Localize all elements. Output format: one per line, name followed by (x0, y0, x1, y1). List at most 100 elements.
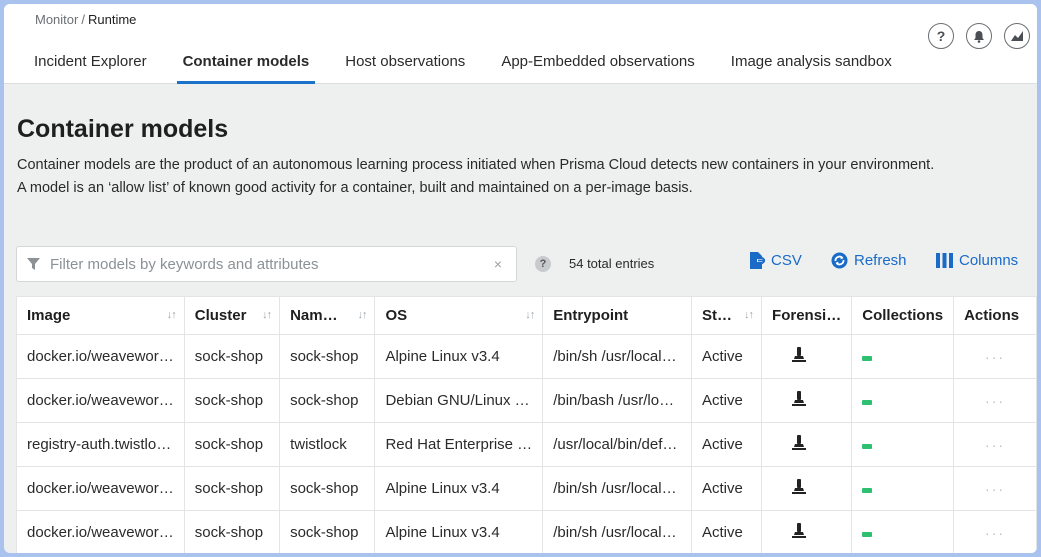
page-title: Container models (17, 115, 229, 143)
refresh-label: Refresh (854, 252, 907, 269)
filter-icon (27, 257, 40, 270)
clear-icon[interactable]: × (494, 256, 502, 272)
column-header-forensics: Forensi… (761, 296, 853, 335)
cell-state: Active (690, 422, 763, 467)
sort-icon[interactable]: ↓↑ (525, 309, 535, 321)
columns-label: Columns (959, 252, 1019, 269)
cell-os: Debian GNU/Linux … (374, 378, 544, 423)
tab-image-analysis-sandbox[interactable]: Image analysis sandbox (713, 40, 910, 84)
column-header-os[interactable]: OS ↓↑ (374, 296, 544, 335)
table-row[interactable]: docker.io/weavewor… sock-shop sock-shop … (16, 378, 1037, 423)
cell-cluster: sock-shop (183, 422, 281, 467)
collection-indicator (862, 444, 873, 449)
tab-bar: Incident Explorer Container models Host … (16, 40, 910, 84)
cell-image: docker.io/weavewor… (16, 378, 185, 423)
column-header-collections: Collections (851, 296, 955, 335)
actions-menu-icon[interactable]: ··· (964, 349, 1026, 365)
breadcrumb-separator: / (81, 12, 85, 27)
tab-container-models[interactable]: Container models (165, 40, 328, 84)
column-header-name[interactable]: Nam… ↓↑ (279, 296, 376, 335)
sort-icon[interactable]: ↓↑ (744, 309, 754, 321)
collection-indicator (862, 532, 873, 537)
cell-os: Alpine Linux v3.4 (374, 334, 544, 379)
cell-name: sock-shop (279, 334, 376, 379)
cell-image: docker.io/weavewor… (16, 510, 185, 553)
bell-icon[interactable] (966, 23, 992, 49)
collection-indicator (862, 356, 873, 361)
cell-cluster: sock-shop (183, 378, 281, 423)
cell-cluster: sock-shop (183, 510, 281, 553)
forensics-icon[interactable] (792, 479, 807, 498)
csv-label: CSV (771, 252, 802, 269)
forensics-icon[interactable] (792, 347, 807, 366)
cell-cluster: sock-shop (183, 466, 281, 511)
actions-menu-icon[interactable]: ··· (964, 437, 1026, 453)
column-header-actions: Actions (953, 296, 1037, 335)
actions-menu-icon[interactable]: ··· (964, 481, 1026, 497)
actions-menu-icon[interactable]: ··· (964, 525, 1026, 541)
column-header-entrypoint[interactable]: Entrypoint (542, 296, 692, 335)
help-icon[interactable]: ? (928, 23, 954, 49)
column-header-image[interactable]: Image ↓↑ (16, 296, 185, 335)
table-row[interactable]: docker.io/weavewor… sock-shop sock-shop … (16, 510, 1037, 553)
top-bar: Monitor / Runtime Incident Explorer Contai… (4, 4, 1037, 84)
models-table: Image ↓↑ Cluster ↓↑ Nam… ↓↑ OS ↓↑ Entrypoint… (16, 296, 1037, 553)
cell-entrypoint: /bin/sh /usr/local… (542, 334, 692, 379)
filter-box[interactable]: × (16, 246, 517, 282)
cell-name: sock-shop (279, 510, 376, 553)
breadcrumb: Monitor / Runtime (35, 12, 136, 27)
tab-app-embedded-observations[interactable]: App-Embedded observations (483, 40, 712, 84)
breadcrumb-current: Runtime (87, 12, 137, 27)
table-header-row: Image ↓↑ Cluster ↓↑ Nam… ↓↑ OS ↓↑ Entrypoint… (16, 296, 1037, 335)
cell-name: sock-shop (279, 466, 376, 511)
refresh-button[interactable]: Refresh (831, 252, 907, 269)
table-row[interactable]: docker.io/weavewor… sock-shop sock-shop … (16, 466, 1037, 511)
cell-entrypoint: /bin/sh /usr/local… (542, 466, 692, 511)
cell-name: sock-shop (279, 378, 376, 423)
refresh-icon (831, 252, 848, 269)
csv-export-icon (750, 252, 765, 269)
sort-icon[interactable]: ↓↑ (262, 309, 272, 321)
forensics-icon[interactable] (792, 523, 807, 542)
page-description: Container models are the product of an a… (17, 154, 934, 200)
collection-indicator (862, 488, 873, 493)
collection-indicator (862, 400, 873, 405)
entries-help-icon[interactable]: ? (535, 256, 551, 272)
cell-image: docker.io/weavewor… (16, 466, 185, 511)
table-row[interactable]: docker.io/weavewor… sock-shop sock-shop … (16, 334, 1037, 379)
cell-os: Alpine Linux v3.4 (374, 466, 544, 511)
cell-os: Alpine Linux v3.4 (374, 510, 544, 553)
cell-entrypoint: /usr/local/bin/def… (542, 422, 692, 467)
csv-button[interactable]: CSV (748, 252, 802, 269)
sort-icon[interactable]: ↓↑ (357, 309, 367, 321)
cell-entrypoint: /bin/sh /usr/local… (542, 510, 692, 553)
tab-incident-explorer[interactable]: Incident Explorer (16, 40, 165, 84)
cell-state: Active (690, 466, 763, 511)
cell-name: twistlock (279, 422, 376, 467)
radar-icon[interactable] (1004, 23, 1030, 49)
column-header-cluster[interactable]: Cluster ↓↑ (183, 296, 281, 335)
cell-state: Active (690, 334, 763, 379)
filter-input[interactable] (50, 255, 470, 273)
table-row[interactable]: registry-auth.twistlo… sock-shop twistlo… (16, 422, 1037, 467)
tab-host-observations[interactable]: Host observations (327, 40, 483, 84)
description-line-1: Container models are the product of an a… (17, 157, 935, 173)
columns-button[interactable]: Columns (936, 252, 1018, 269)
cell-os: Red Hat Enterprise … (374, 422, 544, 467)
column-header-state[interactable]: St… ↓↑ (690, 296, 763, 335)
cell-state: Active (690, 510, 763, 553)
columns-icon (936, 253, 953, 268)
cell-image: docker.io/weavewor… (16, 334, 185, 379)
cell-entrypoint: /bin/bash /usr/lo… (542, 378, 692, 423)
entries-count: 54 total entries (569, 256, 655, 271)
sort-icon[interactable]: ↓↑ (167, 309, 177, 321)
description-line-2: A model is an ‘allow list’ of known good… (17, 180, 693, 196)
forensics-icon[interactable] (792, 391, 807, 410)
actions-menu-icon[interactable]: ··· (964, 393, 1026, 409)
cell-state: Active (690, 378, 763, 423)
cell-image: registry-auth.twistlo… (16, 422, 185, 467)
cell-cluster: sock-shop (183, 334, 281, 379)
app-window: Monitor / Runtime Incident Explorer Contai… (4, 4, 1037, 553)
forensics-icon[interactable] (792, 435, 807, 454)
breadcrumb-parent[interactable]: Monitor (35, 12, 78, 27)
